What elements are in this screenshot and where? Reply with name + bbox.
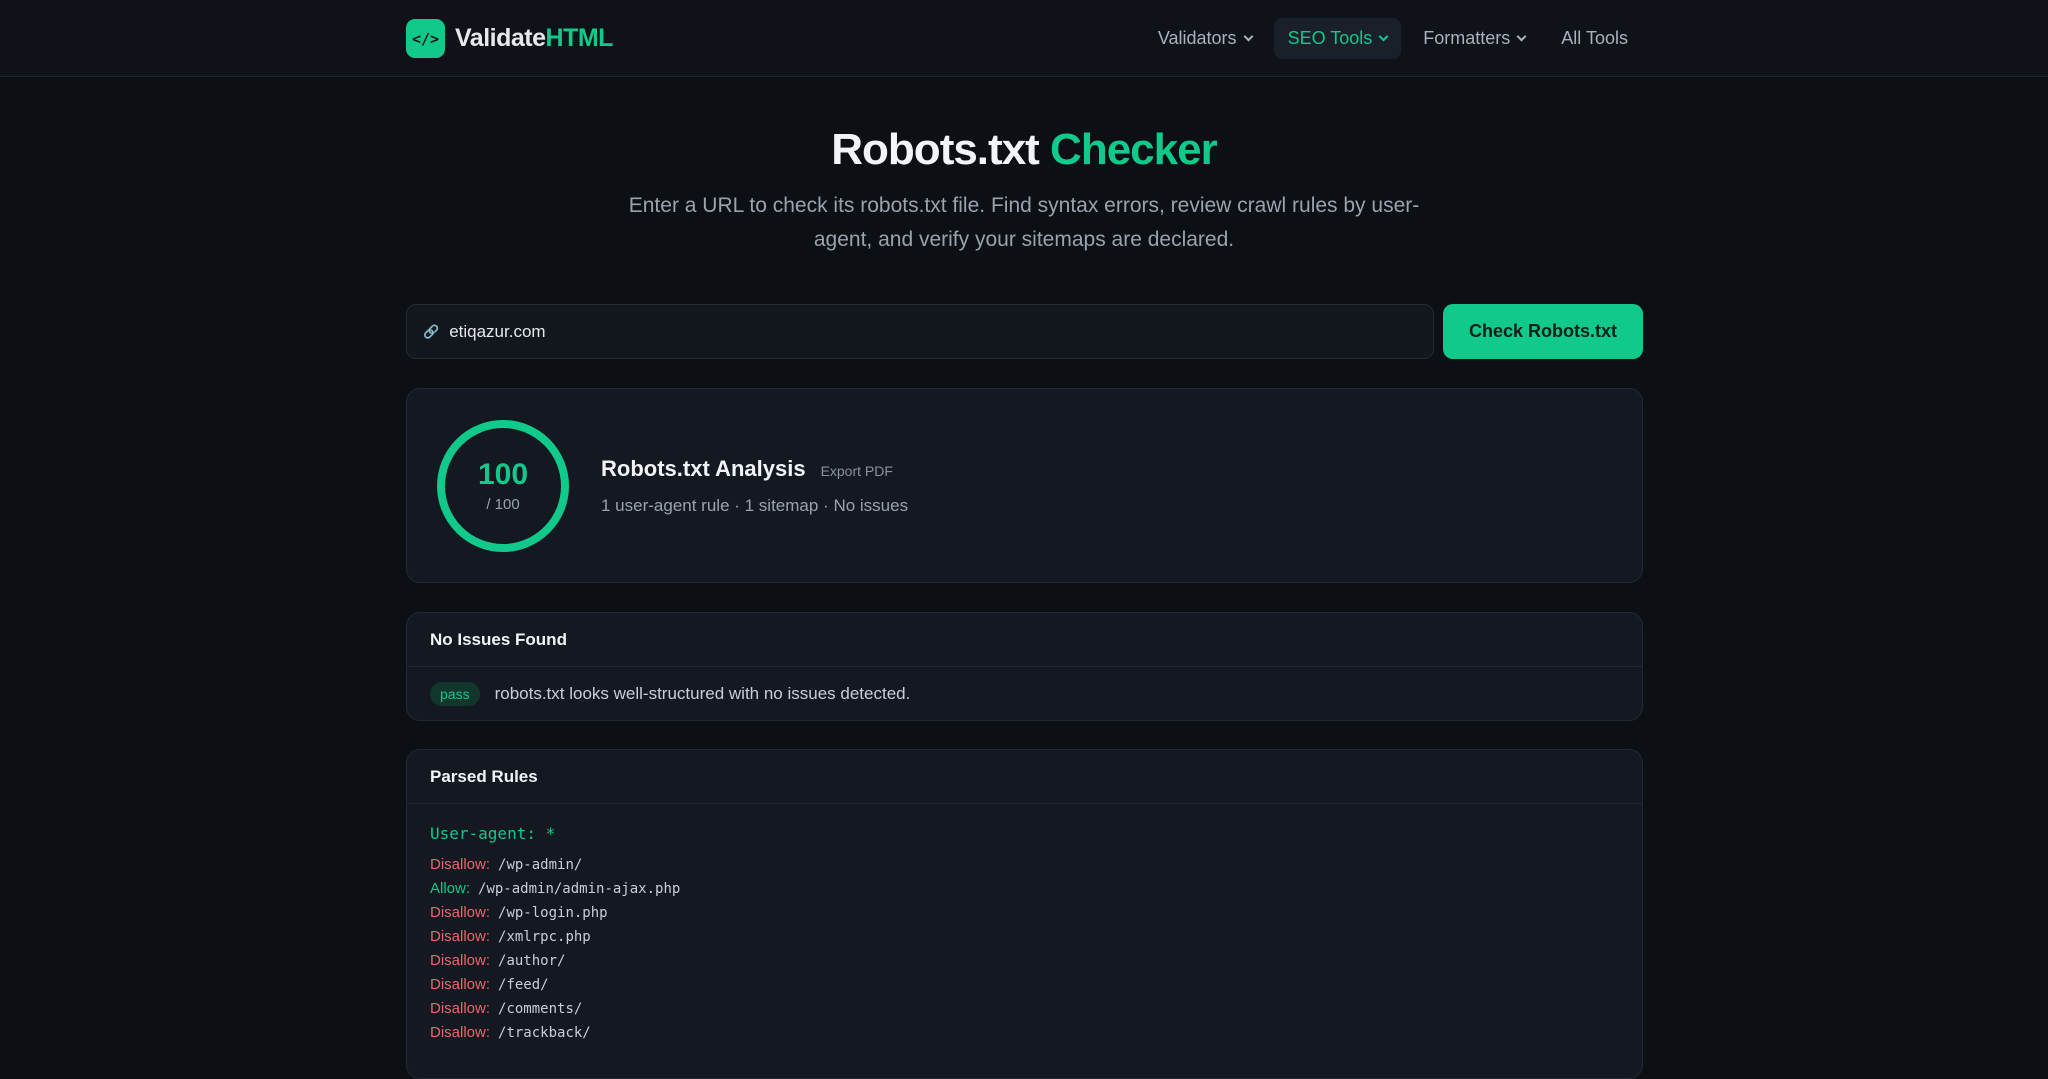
issues-card: No Issues Found pass robots.txt looks we…: [406, 612, 1643, 721]
rule-line: Disallow: /wp-login.php: [430, 901, 1619, 925]
nav-item-seo-tools[interactable]: SEO Tools: [1273, 18, 1402, 59]
rule-path: /author/: [498, 953, 566, 969]
chevron-down-icon: [1378, 31, 1389, 42]
rule-line: Disallow: /author/: [430, 949, 1619, 973]
issue-message: robots.txt looks well-structured with no…: [494, 684, 911, 703]
analysis-card: 100 / 100 Robots.txt Analysis Export PDF…: [406, 388, 1643, 583]
issues-header: No Issues Found: [407, 613, 1642, 667]
rule-directive: Disallow:: [430, 976, 491, 993]
parsed-rules-header: Parsed Rules: [407, 750, 1642, 804]
nav-item-label: Validators: [1157, 28, 1237, 48]
code-logo-icon: </>: [406, 19, 445, 58]
chevron-down-icon: [1516, 31, 1527, 42]
page-title-accent: Checker: [1050, 125, 1218, 174]
brand-name: ValidateHTML: [455, 24, 613, 53]
rule-directive: Disallow:: [430, 904, 491, 921]
top-navbar: </> ValidateHTML Validators SEO Tools Fo…: [0, 0, 2048, 77]
rule-directive: Disallow:: [430, 856, 491, 873]
score-max: / 100: [486, 496, 520, 513]
navbar-inner: </> ValidateHTML Validators SEO Tools Fo…: [406, 0, 1642, 77]
nav-item-label: SEO Tools: [1287, 28, 1373, 48]
status-badge: pass: [430, 682, 480, 706]
rule-directive: Disallow:: [430, 928, 491, 945]
brand[interactable]: </> ValidateHTML: [406, 19, 613, 58]
rule-line: Disallow: /feed/: [430, 973, 1619, 997]
rule-directive: Disallow:: [430, 952, 491, 969]
page-subtitle: Enter a URL to check its robots.txt file…: [628, 194, 1420, 251]
score-ring: 100 / 100: [437, 419, 569, 552]
page-title-main: Robots.txt: [831, 125, 1040, 174]
nav-item-validators[interactable]: Validators: [1144, 18, 1266, 59]
parsed-rules-card: Parsed Rules User-agent: * Disallow: /wp-…: [406, 749, 1643, 1079]
brand-name-prefix: Validate: [455, 24, 546, 52]
analysis-title: Robots.txt Analysis: [601, 455, 806, 481]
rule-path: /xmlrpc.php: [498, 929, 591, 945]
rule-path: /trackback/: [498, 1025, 591, 1041]
rule-directive: Disallow:: [430, 1024, 491, 1041]
export-pdf-link[interactable]: Export PDF: [821, 463, 893, 479]
analysis-summary: 1 user-agent rule · 1 sitemap · No issue…: [601, 495, 909, 515]
nav-links: Validators SEO Tools Formatters All Tool…: [1144, 18, 1642, 59]
url-input-wrapper: 🔗: [406, 304, 1434, 359]
rule-path: /wp-login.php: [498, 905, 608, 921]
nav-item-label: Formatters: [1423, 28, 1511, 48]
nav-item-all-tools[interactable]: All Tools: [1547, 18, 1642, 59]
rule-line: Allow: /wp-admin/admin-ajax.php: [430, 877, 1619, 901]
rule-directive: Disallow:: [430, 1000, 491, 1017]
chevron-down-icon: [1243, 31, 1254, 42]
analysis-info: Robots.txt Analysis Export PDF 1 user-ag…: [601, 456, 908, 516]
rule-line: Disallow: /xmlrpc.php: [430, 925, 1619, 949]
hero: Robots.txt Checker Enter a URL to check …: [0, 77, 2048, 257]
check-robots-button[interactable]: Check Robots.txt: [1443, 304, 1643, 359]
score-value: 100: [477, 458, 529, 491]
page-title: Robots.txt Checker: [0, 125, 2048, 175]
rule-path: /wp-admin/admin-ajax.php: [478, 881, 681, 897]
rule-directive: Allow:: [430, 880, 471, 897]
rule-path: /feed/: [498, 977, 549, 993]
nav-item-formatters[interactable]: Formatters: [1409, 18, 1539, 59]
brand-name-suffix: HTML: [545, 24, 614, 52]
rule-line: Disallow: /wp-admin/: [430, 853, 1619, 877]
rules-body: User-agent: * Disallow: /wp-admin/ Allow:…: [407, 804, 1642, 1065]
analysis-title-row: Robots.txt Analysis Export PDF: [601, 456, 908, 482]
link-icon: 🔗: [423, 323, 440, 339]
url-search-form: 🔗 Check Robots.txt: [406, 304, 1643, 359]
rule-line: Disallow: /comments/: [430, 997, 1619, 1021]
user-agent-line: User-agent: *: [430, 824, 556, 843]
rule-path: /comments/: [498, 1001, 583, 1017]
rule-path: /wp-admin/: [498, 857, 583, 873]
issue-row: pass robots.txt looks well-structured wi…: [407, 667, 1642, 721]
rule-line: Disallow: /trackback/: [430, 1021, 1619, 1045]
nav-item-label: All Tools: [1561, 28, 1628, 48]
url-input[interactable]: [449, 321, 1417, 342]
